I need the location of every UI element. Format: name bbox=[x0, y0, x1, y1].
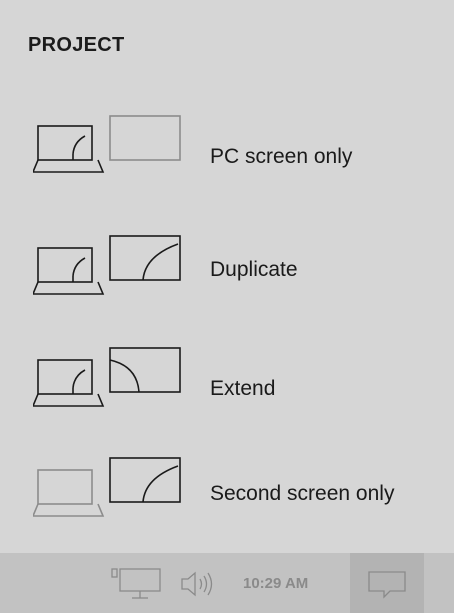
option-duplicate[interactable]: Duplicate bbox=[0, 234, 454, 334]
pc-screen-only-icon bbox=[33, 115, 181, 173]
display-icon[interactable] bbox=[108, 566, 164, 602]
second-screen-only-icon bbox=[33, 457, 181, 517]
panel-title: PROJECT bbox=[28, 34, 125, 56]
duplicate-icon bbox=[33, 235, 181, 295]
option-label: Duplicate bbox=[210, 258, 298, 281]
option-pc-screen-only[interactable]: PC screen only bbox=[0, 112, 454, 212]
action-center-icon bbox=[368, 571, 406, 599]
option-label: Extend bbox=[210, 377, 276, 400]
option-label: Second screen only bbox=[210, 482, 395, 505]
option-second-screen-only[interactable]: Second screen only bbox=[0, 456, 454, 556]
action-center-button[interactable] bbox=[350, 553, 424, 613]
extend-icon bbox=[33, 347, 181, 407]
project-panel: PROJECT PC screen only Duplicate Extend … bbox=[0, 0, 454, 553]
volume-icon[interactable] bbox=[180, 569, 220, 599]
clock[interactable]: 10:29 AM bbox=[243, 575, 308, 592]
option-extend[interactable]: Extend bbox=[0, 346, 454, 446]
option-label: PC screen only bbox=[210, 145, 353, 168]
taskbar: 10:29 AM bbox=[0, 553, 454, 613]
